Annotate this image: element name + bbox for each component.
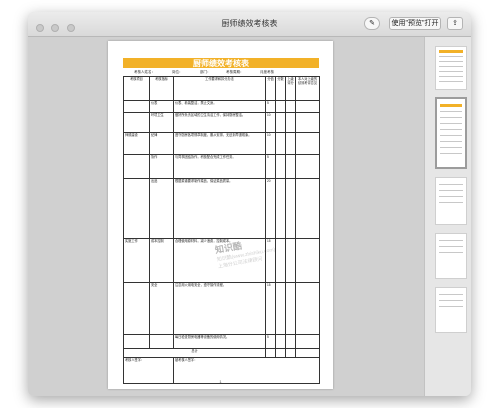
open-with-preview-button[interactable]: 使用"预览"打开 xyxy=(389,17,441,30)
sub-label-monthly: 月度考核 xyxy=(260,70,274,74)
row-points[interactable] xyxy=(275,112,286,133)
row-indicator: 成本控制 xyxy=(149,238,174,283)
row-category xyxy=(123,154,150,179)
row-superior[interactable] xyxy=(285,112,296,133)
header-opinion: 本人对上级的绩效考评意见 xyxy=(295,76,320,101)
row-indicator: 纪律 xyxy=(149,132,174,155)
row-indicator: 环境卫生 xyxy=(149,112,174,133)
row-category xyxy=(123,282,150,335)
document-heading: 厨师绩效考核表 xyxy=(123,58,319,68)
row-opinion[interactable] xyxy=(295,100,320,113)
table-row: 师德建设 纪律 遵守厨房各项规章制度，服从安排，无迟到早退现象。 10 xyxy=(123,132,320,155)
thumbnail-page-5[interactable] xyxy=(435,287,467,333)
row-category: 实施工作 xyxy=(123,238,150,283)
total-label: 总计 xyxy=(123,348,266,358)
row-opinion[interactable] xyxy=(295,112,320,133)
total-points xyxy=(275,348,286,358)
sub-label-position: 岗位： xyxy=(172,70,183,74)
header-indicator: 考核指标 xyxy=(149,76,174,101)
row-superior[interactable] xyxy=(285,334,296,349)
header-superior: 上级评分 xyxy=(285,76,296,101)
row-indicator xyxy=(149,334,174,349)
row-text: 仪表、着装整洁，禁止文身。 xyxy=(173,100,266,113)
sub-label-department: 部门： xyxy=(200,70,211,74)
row-superior[interactable] xyxy=(285,132,296,155)
row-category xyxy=(123,334,150,349)
row-text: 每日检查厨房电器等设备的使用情况。 xyxy=(173,334,266,349)
total-opinion xyxy=(295,348,320,358)
thumbnail-page-3[interactable] xyxy=(435,177,467,225)
watermark: 知识酷 知识酷(www.zhishiku.com) 上海分公司法律顾问 xyxy=(214,226,328,332)
row-points[interactable] xyxy=(275,132,286,155)
row-superior[interactable] xyxy=(285,154,296,179)
thumbnail-page-1[interactable] xyxy=(435,46,467,90)
thumbnail-sidebar xyxy=(424,37,471,396)
table-row: 环境卫生 做好所负责区域的卫生清洁工作，保持厨房整洁。 10 xyxy=(123,112,320,133)
row-text: 做好所负责区域的卫生清洁工作，保持厨房整洁。 xyxy=(173,112,266,133)
sub-label-name: 考核人姓名： xyxy=(134,70,155,74)
share-button[interactable]: ⇪ xyxy=(447,17,463,30)
table-row: 协作 与同事团结协作，积极配合完成工作任务。 5 xyxy=(123,154,320,179)
row-opinion[interactable] xyxy=(295,132,320,155)
row-score: 5 xyxy=(265,334,276,349)
row-score: 10 xyxy=(265,112,276,133)
preview-window: 厨师绩效考核表 ✎ 使用"预览"打开 ⇪ 厨师绩效考核表 考核人姓名： 岗位： … xyxy=(28,12,471,396)
row-text: 与同事团结协作，积极配合完成工作任务。 xyxy=(173,154,266,179)
row-indicator: 安全 xyxy=(149,282,174,335)
thumbnail-page-2[interactable] xyxy=(435,97,467,169)
row-superior[interactable] xyxy=(285,100,296,113)
row-opinion[interactable] xyxy=(295,154,320,179)
row-points[interactable] xyxy=(275,334,286,349)
row-points[interactable] xyxy=(275,178,286,239)
share-icon: ⇪ xyxy=(452,20,458,27)
row-indicator: 仪表 xyxy=(149,100,174,113)
row-category xyxy=(123,100,150,113)
header-points: 分数 xyxy=(275,76,286,101)
sub-label-period: 考核周期： xyxy=(226,70,244,74)
row-score: 5 xyxy=(265,154,276,179)
row-opinion[interactable] xyxy=(295,334,320,349)
page-number: 1 xyxy=(219,379,222,384)
header-score: 分值 xyxy=(265,76,276,101)
total-superior xyxy=(285,348,296,358)
row-points[interactable] xyxy=(275,100,286,113)
table-header-row: 考核项目 考核指标 工作要求和扣分办法 分值 分数 上级评分 本人对上级的绩效考… xyxy=(123,76,320,101)
header-requirement: 工作要求和扣分办法 xyxy=(173,76,266,101)
row-points[interactable] xyxy=(275,154,286,179)
total-row: 总计 xyxy=(123,348,320,358)
table-row: 每日检查厨房电器等设备的使用情况。 5 xyxy=(123,334,320,349)
row-score: 5 xyxy=(265,100,276,113)
row-score: 10 xyxy=(265,132,276,155)
thumbnail-page-4[interactable] xyxy=(435,233,467,279)
row-indicator: 协作 xyxy=(149,154,174,179)
row-text: 遵守厨房各项规章制度，服从安排，无迟到早退现象。 xyxy=(173,132,266,155)
row-category xyxy=(123,112,150,133)
document-canvas[interactable]: 厨师绩效考核表 考核人姓名： 岗位： 部门： 考核周期： 月度考核 考核项目 考… xyxy=(28,37,424,396)
row-category xyxy=(123,178,150,239)
row-score: 20 xyxy=(265,178,276,239)
annotate-button[interactable]: ✎ xyxy=(364,17,380,30)
row-indicator: 出品 xyxy=(149,178,174,239)
header-category: 考核项目 xyxy=(123,76,150,101)
document-page: 厨师绩效考核表 考核人姓名： 岗位： 部门： 考核周期： 月度考核 考核项目 考… xyxy=(108,41,333,389)
total-score xyxy=(265,348,276,358)
row-text: 根据菜谱要求制作菜品，保证菜品质量。 xyxy=(173,178,266,239)
table-row: 仪表 仪表、着装整洁，禁止文身。 5 xyxy=(123,100,320,113)
markup-icon: ✎ xyxy=(369,20,375,27)
title-bar: 厨师绩效考核表 ✎ 使用"预览"打开 ⇪ xyxy=(28,12,471,37)
row-category: 师德建设 xyxy=(123,132,150,155)
